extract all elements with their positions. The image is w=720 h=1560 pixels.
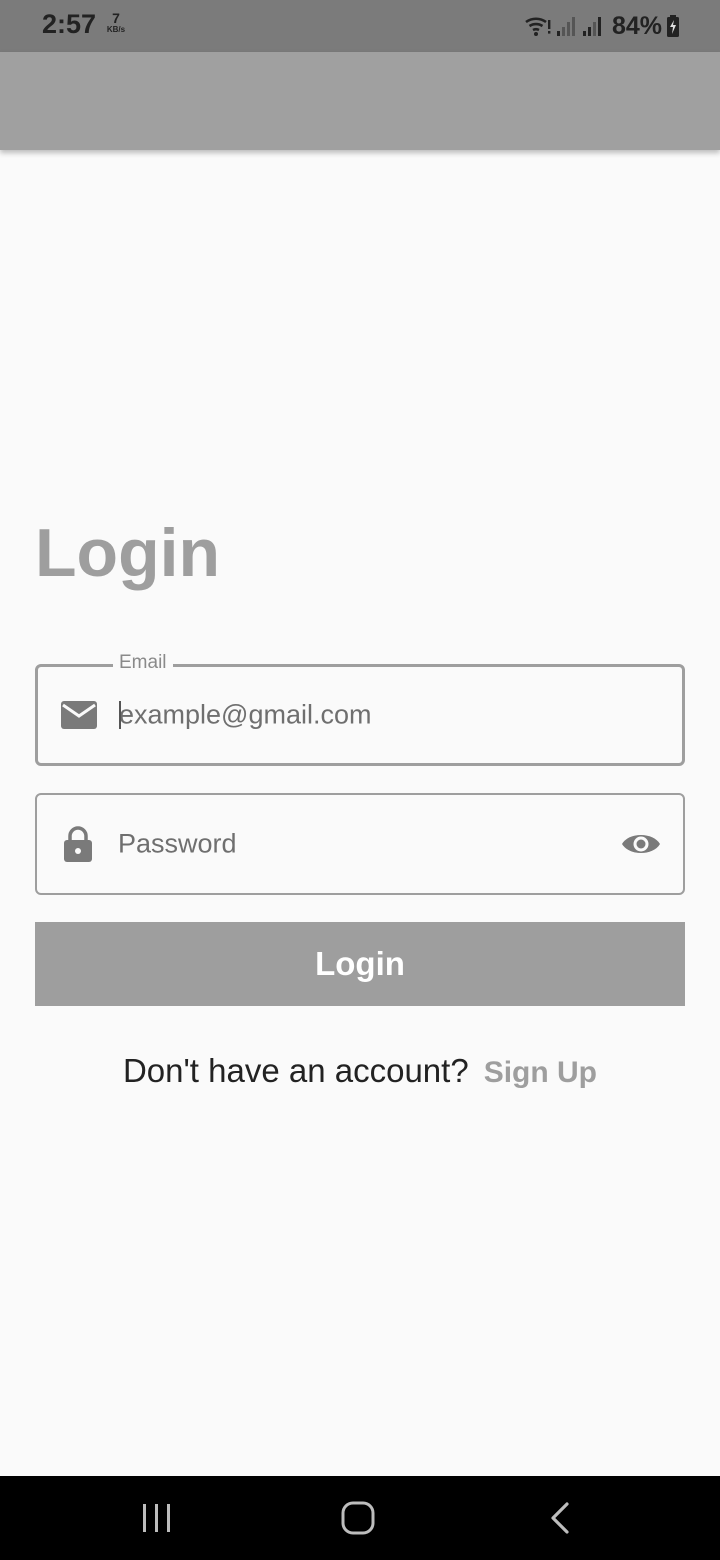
lock-icon [63,825,93,863]
system-nav-bar [0,1476,720,1560]
status-time: 2:57 [42,9,97,39]
mail-icon [60,700,98,730]
page-title: Login [35,515,221,591]
email-field-label: Email [113,652,173,674]
recents-icon[interactable] [142,1503,172,1533]
status-bar: 2:57 7 KB/s 84% [0,0,720,52]
network-speed: 7 KB/s [101,11,131,34]
eye-icon[interactable] [621,830,661,858]
wifi-icon [524,14,552,38]
email-input[interactable] [119,699,599,731]
home-icon[interactable] [341,1501,375,1535]
signal-icon [556,14,578,38]
app-bar [0,52,720,150]
password-input[interactable] [118,828,598,860]
email-field[interactable]: Email [35,652,685,766]
signup-row: Don't have an account? Sign Up [0,1052,720,1090]
login-button[interactable]: Login [35,922,685,1006]
network-speed-unit: KB/s [106,25,126,34]
signal-icon [582,14,604,38]
text-caret [119,701,121,729]
network-speed-value: 7 [112,10,120,26]
status-icons: 84% [524,10,680,42]
password-field[interactable] [35,793,685,895]
back-icon[interactable] [549,1502,571,1534]
signup-prompt: Don't have an account? [122,1052,469,1089]
signup-link[interactable]: Sign Up [484,1056,597,1090]
battery-percent: 84% [611,11,662,40]
battery-charging-icon [666,15,680,37]
